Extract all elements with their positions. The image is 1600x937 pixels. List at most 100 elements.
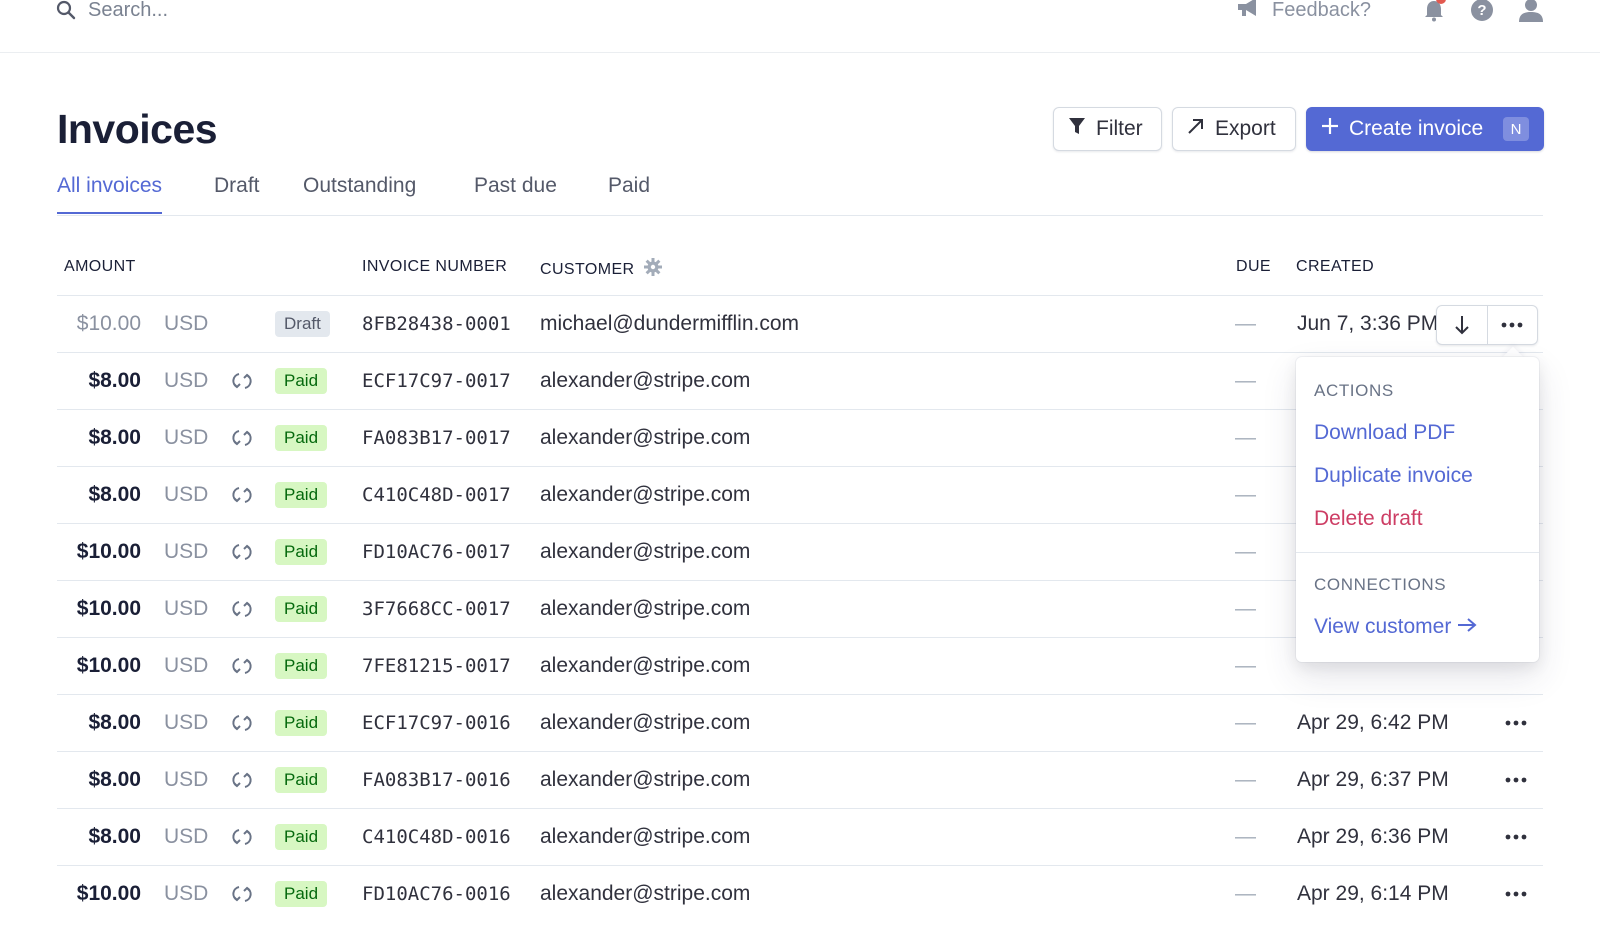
keyboard-shortcut-badge: N bbox=[1503, 117, 1529, 141]
created-cell: Apr 29, 6:14 PM bbox=[1297, 882, 1449, 905]
tab-paid[interactable]: Paid bbox=[608, 174, 650, 214]
customer-cell: alexander@stripe.com bbox=[540, 540, 751, 563]
due-cell: — bbox=[1235, 369, 1256, 392]
customer-cell: alexander@stripe.com bbox=[540, 711, 751, 734]
status-badge-label: Draft bbox=[275, 311, 330, 337]
currency-cell: USD bbox=[164, 654, 209, 677]
table-row[interactable]: $8.00 USD Paid C410C48D-0016 alexander@strip… bbox=[57, 808, 1543, 865]
customer-cell: alexander@stripe.com bbox=[540, 654, 751, 677]
customer-cell: alexander@stripe.com bbox=[540, 825, 751, 848]
view-customer-menu-item[interactable]: View customer bbox=[1314, 615, 1477, 639]
filter-icon bbox=[1068, 117, 1086, 141]
download-pdf-menu-item[interactable]: Download PDF bbox=[1314, 421, 1455, 445]
customer-cell: alexander@stripe.com bbox=[540, 597, 751, 620]
invoice-number-cell: FA083B17-0017 bbox=[362, 427, 511, 449]
status-badge: Paid bbox=[275, 752, 328, 808]
bell-icon[interactable] bbox=[1422, 0, 1446, 27]
column-header-created[interactable]: CREATED bbox=[1296, 258, 1374, 276]
create-invoice-button[interactable]: Create invoice N bbox=[1306, 107, 1544, 151]
due-cell: — bbox=[1235, 654, 1256, 677]
status-badge: Paid bbox=[275, 410, 328, 466]
amount-cell: $10.00 bbox=[76, 654, 141, 677]
recurring-icon bbox=[231, 752, 253, 808]
column-header-customer[interactable]: CUSTOMER bbox=[540, 258, 663, 281]
user-icon[interactable] bbox=[1518, 0, 1544, 27]
invoice-number-cell: C410C48D-0016 bbox=[362, 826, 511, 848]
table-row[interactable]: $10.00 USD Draft 8FB28438-0001 michael@dunde… bbox=[57, 295, 1543, 352]
currency-cell: USD bbox=[164, 312, 209, 335]
filter-button[interactable]: Filter bbox=[1053, 107, 1162, 151]
svg-text:?: ? bbox=[1477, 2, 1486, 19]
due-cell: — bbox=[1235, 426, 1256, 449]
arrow-right-icon bbox=[1457, 615, 1477, 639]
feedback-label: Feedback? bbox=[1272, 0, 1371, 21]
more-icon[interactable] bbox=[1501, 809, 1531, 865]
table-row[interactable]: $8.00 USD Paid ECF17C97-0016 alexander@strip… bbox=[57, 694, 1543, 751]
recurring-icon bbox=[231, 809, 253, 865]
due-cell: — bbox=[1235, 768, 1256, 791]
table-row[interactable]: $10.00 USD Paid FD10AC76-0016 alexander@stri… bbox=[57, 865, 1543, 922]
help-icon[interactable]: ? bbox=[1470, 0, 1494, 27]
download-icon[interactable] bbox=[1437, 306, 1487, 344]
more-icon[interactable] bbox=[1486, 306, 1538, 344]
search-box[interactable] bbox=[56, 0, 288, 22]
status-badge: Draft bbox=[275, 296, 330, 352]
column-header-due[interactable]: DUE bbox=[1236, 258, 1271, 276]
column-header-amount[interactable]: AMOUNT bbox=[64, 258, 136, 276]
created-cell: Jun 7, 3:36 PM bbox=[1297, 312, 1439, 335]
invoice-number-cell: ECF17C97-0016 bbox=[362, 712, 511, 734]
due-cell: — bbox=[1235, 711, 1256, 734]
due-cell: — bbox=[1235, 312, 1256, 335]
created-cell: Apr 29, 6:37 PM bbox=[1297, 768, 1449, 791]
amount-cell: $8.00 bbox=[88, 483, 141, 506]
invoice-tabs: All invoices Draft Outstanding Past due … bbox=[57, 174, 1543, 216]
more-icon[interactable] bbox=[1501, 752, 1531, 808]
amount-cell: $10.00 bbox=[76, 540, 141, 563]
amount-cell: $10.00 bbox=[76, 312, 141, 335]
invoice-number-cell: FA083B17-0016 bbox=[362, 769, 511, 791]
tab-past-due[interactable]: Past due bbox=[474, 174, 557, 214]
recurring-icon bbox=[231, 638, 253, 694]
table-row[interactable]: $8.00 USD Paid FA083B17-0016 alexander@strip… bbox=[57, 751, 1543, 808]
currency-cell: USD bbox=[164, 483, 209, 506]
due-cell: — bbox=[1235, 882, 1256, 905]
row-actions-menu: ACTIONS Download PDF Duplicate invoice D… bbox=[1296, 357, 1539, 662]
status-badge-label: Paid bbox=[275, 482, 328, 508]
currency-cell: USD bbox=[164, 768, 209, 791]
recurring-icon bbox=[231, 467, 253, 523]
invoice-number-cell: FD10AC76-0016 bbox=[362, 883, 511, 905]
amount-cell: $10.00 bbox=[76, 597, 141, 620]
gear-icon[interactable] bbox=[644, 258, 663, 281]
more-icon[interactable] bbox=[1501, 695, 1531, 751]
create-invoice-label: Create invoice bbox=[1349, 117, 1484, 140]
tab-outstanding[interactable]: Outstanding bbox=[303, 174, 416, 214]
currency-cell: USD bbox=[164, 426, 209, 449]
currency-cell: USD bbox=[164, 882, 209, 905]
column-header-invoice-number[interactable]: INVOICE NUMBER bbox=[362, 258, 507, 276]
status-badge-label: Paid bbox=[275, 653, 328, 679]
amount-cell: $10.00 bbox=[76, 882, 141, 905]
more-icon[interactable] bbox=[1501, 866, 1531, 922]
status-badge-label: Paid bbox=[275, 710, 328, 736]
status-badge: Paid bbox=[275, 467, 328, 523]
recurring-icon bbox=[231, 410, 253, 466]
export-button[interactable]: Export bbox=[1172, 107, 1296, 151]
search-input[interactable] bbox=[88, 0, 288, 22]
invoice-number-cell: 8FB28438-0001 bbox=[362, 313, 511, 335]
currency-cell: USD bbox=[164, 825, 209, 848]
status-badge-label: Paid bbox=[275, 881, 328, 907]
status-badge-label: Paid bbox=[275, 767, 328, 793]
recurring-icon bbox=[231, 581, 253, 637]
delete-draft-menu-item[interactable]: Delete draft bbox=[1314, 507, 1423, 531]
amount-cell: $8.00 bbox=[88, 426, 141, 449]
status-badge: Paid bbox=[275, 581, 328, 637]
invoice-number-cell: 3F7668CC-0017 bbox=[362, 598, 511, 620]
feedback-link[interactable]: Feedback? bbox=[1236, 0, 1371, 23]
megaphone-icon bbox=[1236, 0, 1262, 23]
tab-all-invoices[interactable]: All invoices bbox=[57, 174, 163, 214]
due-cell: — bbox=[1235, 825, 1256, 848]
recurring-icon bbox=[231, 695, 253, 751]
tab-draft[interactable]: Draft bbox=[214, 174, 260, 214]
currency-cell: USD bbox=[164, 597, 209, 620]
duplicate-invoice-menu-item[interactable]: Duplicate invoice bbox=[1314, 464, 1473, 488]
